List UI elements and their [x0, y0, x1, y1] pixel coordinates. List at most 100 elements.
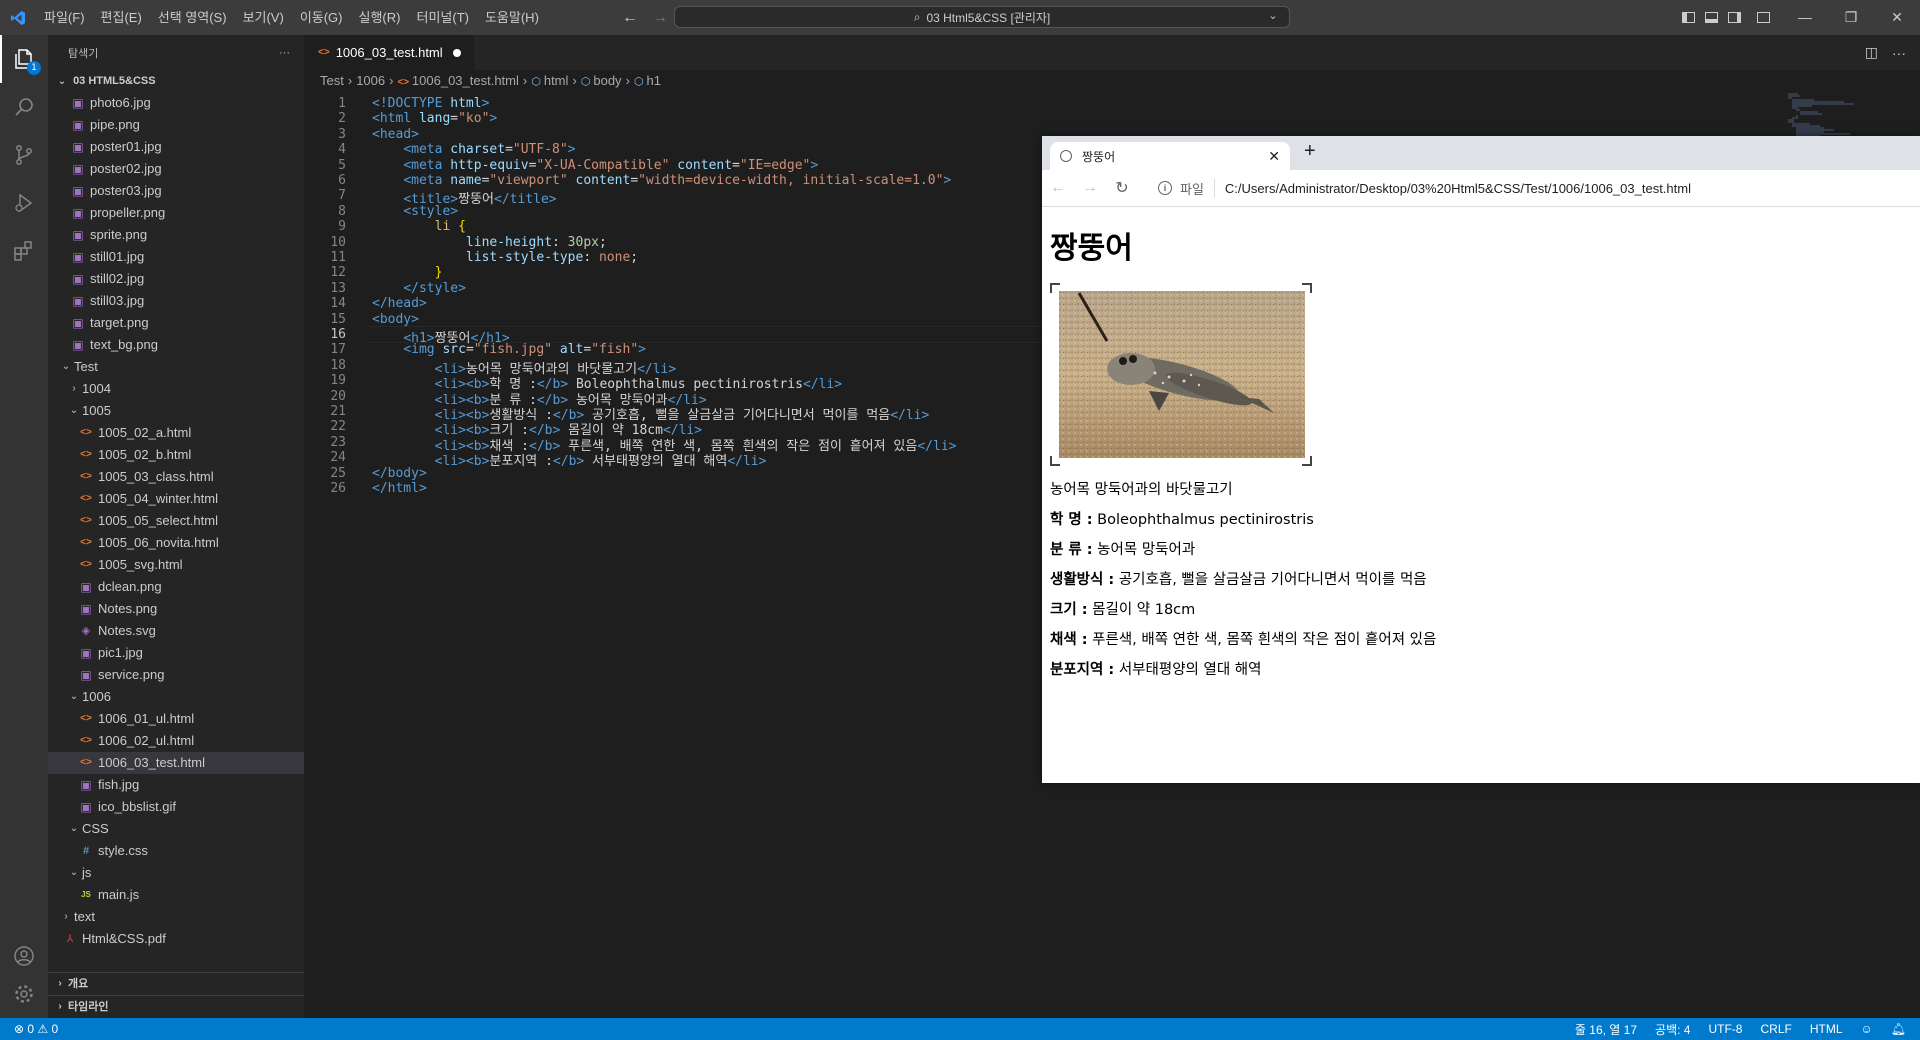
code-line[interactable]: line-height: 30px; [372, 235, 607, 250]
tree-item[interactable]: ▣ still03.jpg [48, 290, 304, 312]
forward-arrow-icon[interactable]: → [652, 9, 668, 27]
tree-item[interactable]: ▣ still02.jpg [48, 268, 304, 290]
code-line[interactable]: </head> [372, 296, 427, 311]
code-line[interactable]: </html> [372, 481, 427, 496]
tree-item[interactable]: ▣ ico_bbslist.gif [48, 796, 304, 818]
tree-item[interactable]: <> 1005_svg.html [48, 554, 304, 576]
code-line[interactable]: <meta charset="UTF-8"> [372, 142, 575, 157]
menu-item[interactable]: 편집(E) [93, 0, 150, 35]
tree-item[interactable]: ▣ pic1.jpg [48, 642, 304, 664]
menu-item[interactable]: 파일(F) [36, 0, 93, 35]
tree-item[interactable]: ⅄ Html&CSS.pdf [48, 928, 304, 950]
tree-item[interactable]: ▣ poster02.jpg [48, 158, 304, 180]
tree-item[interactable]: ▣ target.png [48, 312, 304, 334]
browser-tab[interactable]: 짱뚱어 ✕ [1050, 142, 1290, 170]
browser-back-icon[interactable]: ← [1042, 179, 1074, 197]
breadcrumb-item[interactable]: Test [320, 73, 344, 88]
code-line[interactable]: <body> [372, 312, 419, 327]
tree-item[interactable]: ⌄ Test [48, 356, 304, 378]
menu-item[interactable]: 도움말(H) [477, 0, 547, 35]
tree-item[interactable]: <> 1005_05_select.html [48, 510, 304, 532]
workspace-root[interactable]: ⌄ 03 HTML5&CSS [48, 70, 304, 92]
tree-item[interactable]: ▣ still01.jpg [48, 246, 304, 268]
unsaved-dot-icon[interactable] [452, 48, 461, 57]
close-icon[interactable]: ✕ [1874, 0, 1920, 35]
encoding-status[interactable]: UTF-8 [1708, 1022, 1742, 1036]
breadcrumb-item[interactable]: 1006_03_test.html [412, 73, 519, 88]
tree-item[interactable]: › text [48, 906, 304, 928]
reload-icon[interactable]: ↻ [1106, 178, 1138, 198]
tree-item[interactable]: <> 1005_04_winter.html [48, 488, 304, 510]
split-editor-icon[interactable]: ◫ [1865, 44, 1878, 61]
menu-item[interactable]: 선택 영역(S) [150, 0, 235, 35]
tree-item[interactable]: ▣ service.png [48, 664, 304, 686]
feedback-icon[interactable]: ☺ [1861, 1022, 1873, 1036]
tree-item[interactable]: ▣ Notes.png [48, 598, 304, 620]
extensions-icon[interactable] [0, 227, 48, 275]
tree-item[interactable]: <> 1005_02_b.html [48, 444, 304, 466]
code-line[interactable]: list-style-type: none; [372, 250, 638, 265]
run-debug-icon[interactable] [0, 179, 48, 227]
breadcrumb-item[interactable]: html [544, 73, 569, 88]
toggle-panel-icon[interactable] [1705, 12, 1718, 23]
command-center[interactable]: ⌕ 03 Html5&CSS [관리자] ⌄ [674, 6, 1290, 28]
customize-layout-icon[interactable] [1757, 12, 1770, 23]
tree-item[interactable]: ▣ fish.jpg [48, 774, 304, 796]
timeline-section[interactable]: › 타임라인 [48, 995, 304, 1018]
code-line[interactable]: <html lang="ko"> [372, 111, 497, 126]
more-actions-icon[interactable]: ··· [279, 47, 290, 59]
tree-item[interactable]: › 1004 [48, 378, 304, 400]
tree-item[interactable]: <> 1006_03_test.html [48, 752, 304, 774]
tree-item[interactable]: ⌄ js [48, 862, 304, 884]
tree-item[interactable]: <> 1006_01_ul.html [48, 708, 304, 730]
code-line[interactable]: <meta name="viewport" content="width=dev… [372, 173, 951, 188]
menu-item[interactable]: 실행(R) [351, 0, 409, 35]
breadcrumb-item[interactable]: body [593, 73, 621, 88]
search-icon[interactable] [0, 83, 48, 131]
eol-status[interactable]: CRLF [1760, 1022, 1791, 1036]
browser-forward-icon[interactable]: → [1074, 179, 1106, 197]
menu-item[interactable]: 터미널(T) [408, 0, 476, 35]
tree-item[interactable]: <> 1006_02_ul.html [48, 730, 304, 752]
tree-item[interactable]: ▣ sprite.png [48, 224, 304, 246]
toggle-sidebar-icon[interactable] [1682, 12, 1695, 23]
info-icon[interactable]: i [1158, 181, 1172, 195]
tree-item[interactable]: ▣ poster01.jpg [48, 136, 304, 158]
code-line[interactable]: } [372, 265, 443, 280]
address-url[interactable]: C:/Users/Administrator/Desktop/03%20Html… [1225, 181, 1691, 196]
tree-item[interactable]: JS main.js [48, 884, 304, 906]
restore-icon[interactable]: ❐ [1828, 0, 1874, 35]
code-line[interactable]: </body> [372, 466, 427, 481]
minimap[interactable] [1784, 92, 1874, 142]
toggle-secondary-sidebar-icon[interactable] [1728, 12, 1741, 23]
indentation-status[interactable]: 공백: 4 [1655, 1021, 1690, 1038]
tree-item[interactable]: ▣ photo6.jpg [48, 92, 304, 114]
tree-item[interactable]: ⌄ CSS [48, 818, 304, 840]
code-line[interactable]: <li><b>분포지역 :</b> 서부태평양의 열대 해역</li> [372, 450, 767, 469]
back-arrow-icon[interactable]: ← [622, 9, 638, 27]
code-line[interactable]: <style> [372, 204, 458, 219]
tree-item[interactable]: ▣ text_bg.png [48, 334, 304, 356]
code-line[interactable]: </style> [372, 281, 466, 296]
tab-1006-03-test[interactable]: <> 1006_03_test.html [304, 35, 474, 70]
tree-item[interactable]: <> 1005_06_novita.html [48, 532, 304, 554]
tree-item[interactable]: ◈ Notes.svg [48, 620, 304, 642]
more-actions-icon[interactable]: ··· [1892, 45, 1906, 61]
breadcrumb-item[interactable]: h1 [647, 73, 661, 88]
tree-item[interactable]: ⌄ 1006 [48, 686, 304, 708]
code-line[interactable]: <img src="fish.jpg" alt="fish"> [372, 342, 646, 357]
new-tab-icon[interactable]: + [1304, 140, 1316, 163]
minimize-icon[interactable]: — [1782, 0, 1828, 35]
code-line[interactable]: <!DOCTYPE html> [372, 96, 489, 111]
outline-section[interactable]: › 개요 [48, 972, 304, 995]
chevron-down-icon[interactable]: ⌄ [1265, 9, 1281, 22]
language-mode[interactable]: HTML [1810, 1022, 1843, 1036]
tree-item[interactable]: ⌄ 1005 [48, 400, 304, 422]
cursor-position[interactable]: 줄 16, 열 17 [1575, 1021, 1637, 1038]
code-line[interactable]: <meta http-equiv = "X-UA-Compatible" conte… [372, 158, 818, 173]
tree-item[interactable]: # style.css [48, 840, 304, 862]
code-line[interactable]: li { [372, 219, 466, 234]
address-bar[interactable]: i 파일 C:/Users/Administrator/Desktop/03%2… [1158, 174, 1918, 202]
code-line[interactable]: <head> [372, 127, 419, 142]
tree-item[interactable]: ▣ poster03.jpg [48, 180, 304, 202]
